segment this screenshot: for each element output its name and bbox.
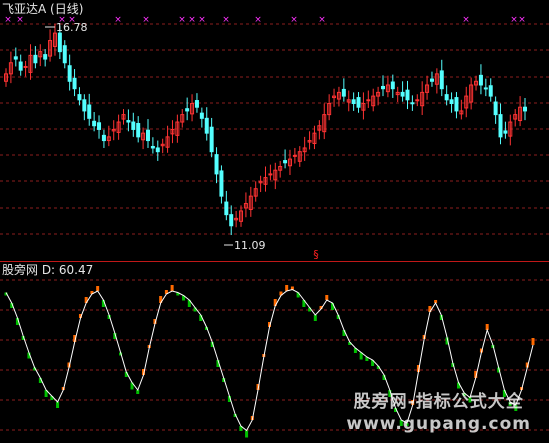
oscillator-bar [531, 338, 535, 345]
candle-body [356, 97, 361, 108]
candle-body [400, 91, 405, 97]
watermark-line2: www.gupang.com [346, 414, 531, 434]
candle-body [136, 123, 141, 138]
candle-body [23, 65, 28, 68]
lower-panel-title: 股旁网 D: 60.47 [2, 263, 94, 277]
candle-body [204, 117, 209, 134]
signal-marker: × [290, 15, 298, 25]
candle-body [498, 114, 503, 138]
upper-panel-title: 飞亚达A (日线) [2, 2, 84, 16]
signal-marker: × [222, 15, 230, 25]
candle-body [101, 134, 106, 142]
candle-body [33, 54, 38, 64]
candle-body [454, 97, 459, 112]
candle-body [366, 99, 371, 102]
candle-body [67, 65, 72, 82]
candle-body [219, 170, 224, 197]
oscillator-bar [313, 315, 317, 321]
candle-body [351, 99, 356, 105]
candle-body [214, 154, 219, 175]
candle-body [13, 56, 18, 60]
candle-body [292, 154, 297, 157]
signal-marker: × [318, 15, 326, 25]
signal-marker: × [188, 15, 196, 25]
signal-marker: × [462, 15, 470, 25]
candle-body [209, 126, 214, 153]
oscillator-bar [325, 295, 329, 300]
candle-body [483, 87, 488, 90]
high-price-label: 16.78 [56, 21, 88, 34]
candle-body [57, 32, 62, 53]
watermark-line1: 股旁网-指标公式大全 [353, 392, 524, 412]
signal-marker: × [518, 15, 526, 25]
candle-body [449, 99, 454, 105]
section-marker: § [313, 248, 319, 261]
oscillator-bar [96, 286, 100, 291]
candle-body [126, 120, 131, 123]
candle-body [229, 214, 234, 227]
candle-body [381, 85, 386, 90]
oscillator-bar [56, 402, 60, 408]
low-price-label: 11.09 [234, 239, 266, 252]
candle-body [131, 121, 136, 130]
candle-body [62, 45, 67, 64]
candle-body [405, 89, 410, 101]
oscillator-bar [245, 430, 249, 438]
candle-body [145, 129, 150, 142]
candle-body [150, 145, 155, 149]
candle-body [268, 173, 273, 176]
signal-marker: × [178, 15, 186, 25]
candle-body [488, 85, 493, 97]
candle-body [410, 102, 415, 105]
stock-chart-window: × × × × × × × × × × × × × × × × 16.78 11.09 § 飞亚达A (日线) 股旁… [0, 0, 549, 443]
candle-body [283, 160, 288, 164]
signal-marker: × [16, 15, 24, 25]
signal-marker: × [4, 15, 12, 25]
watermark: 股旁网-指标公式大全 www.gupang.com [346, 391, 531, 435]
candle-body [493, 101, 498, 116]
candle-body [155, 147, 160, 153]
candle-body [503, 130, 508, 134]
candle-body [199, 112, 204, 119]
signal-marker: × [198, 15, 206, 25]
signal-marker: × [114, 15, 122, 25]
oscillator-bar [285, 285, 289, 291]
candle-body [390, 81, 395, 90]
candle-body [478, 74, 483, 86]
candle-body [18, 61, 23, 71]
chart-canvas: × × × × × × × × × × × × × × × ×16.7811.09§ [0, 15, 549, 438]
signal-marker: × [254, 15, 262, 25]
candle-body [341, 88, 346, 97]
candle-body [97, 122, 102, 130]
signal-marker: × [142, 15, 150, 25]
candle-body [415, 99, 420, 102]
candle-body [444, 94, 449, 101]
candle-body [77, 94, 82, 101]
signal-marker: × [510, 15, 518, 25]
candle-body [87, 104, 92, 119]
candle-body [429, 78, 434, 82]
candle-body [82, 99, 87, 112]
candle-body [194, 100, 199, 108]
candle-body [185, 108, 190, 112]
candle-body [439, 70, 444, 90]
candle-body [72, 77, 77, 90]
candle-body [224, 201, 229, 216]
oscillator-bar [170, 285, 174, 291]
candle-body [43, 54, 48, 60]
candle-body [523, 106, 527, 112]
candle-body [92, 120, 97, 127]
